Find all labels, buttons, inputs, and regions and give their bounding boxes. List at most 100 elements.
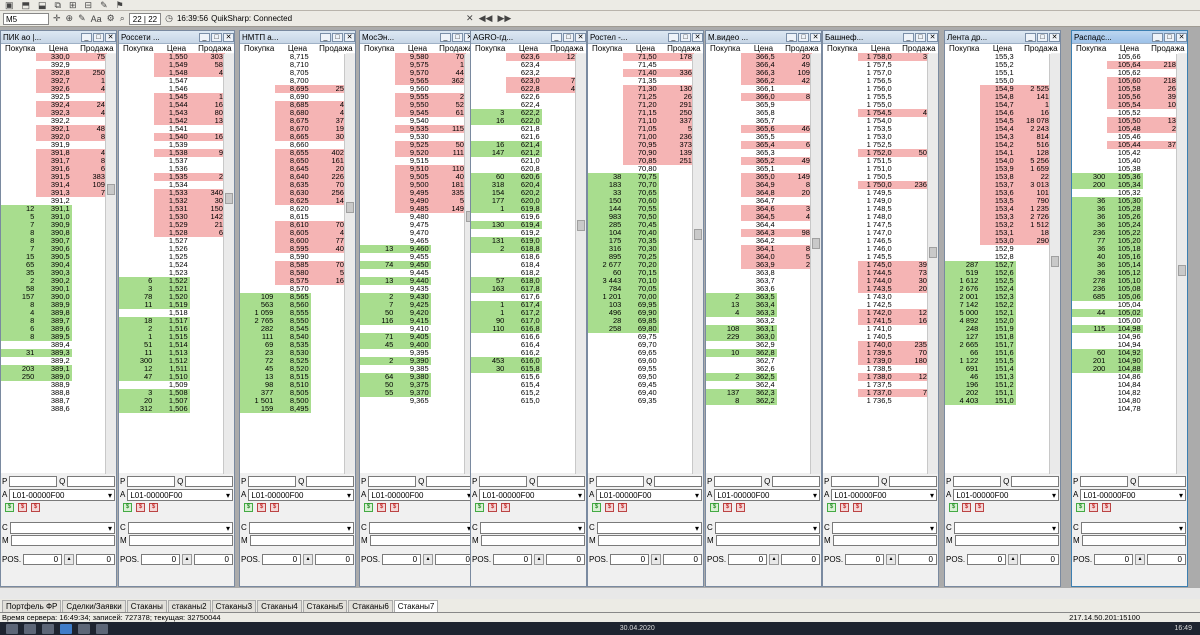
account-select[interactable]: L01-00000F00 ▾ xyxy=(479,488,585,501)
ask-row[interactable]: 1 739,5 70 xyxy=(823,349,929,357)
ask-row[interactable]: 1 757,0 xyxy=(823,69,929,77)
ask-row[interactable]: 71,15 250 xyxy=(588,109,694,117)
ask-row[interactable]: 154,7 1 xyxy=(945,101,1051,109)
ask-row[interactable]: 1 738,5 xyxy=(823,365,929,373)
ask-row[interactable]: 364,2 xyxy=(706,237,812,245)
ask-row[interactable]: 1,539 xyxy=(119,141,225,149)
ask-row[interactable]: 1,543 80 xyxy=(119,109,225,117)
bid-row[interactable]: 615,4 xyxy=(471,381,577,389)
bid-row[interactable]: 60 620,6 xyxy=(471,173,577,181)
bid-row[interactable]: 71 9,405 xyxy=(360,333,466,341)
sell-icon[interactable]: $ xyxy=(840,502,849,512)
ask-row[interactable]: 8,575 16 xyxy=(240,277,346,285)
bid-row[interactable]: 388,6 xyxy=(1,405,107,413)
bid-row[interactable]: 147 621,2 xyxy=(471,149,577,157)
bid-row[interactable]: 4 363,3 xyxy=(706,309,812,317)
ask-row[interactable]: 1,527 xyxy=(119,237,225,245)
bid-row[interactable]: 104,96 xyxy=(1072,333,1178,341)
ask-row[interactable]: 364,8 20 xyxy=(706,189,812,197)
ask-row[interactable]: 365,8 xyxy=(706,109,812,117)
qty-input[interactable] xyxy=(1011,476,1060,487)
bid-row[interactable]: 1 501 8,500 xyxy=(240,397,346,405)
ask-row[interactable]: 105,58 26 xyxy=(1072,85,1178,93)
ask-row[interactable]: 1,533 340 xyxy=(119,189,225,197)
bid-row[interactable]: 163 617,8 xyxy=(471,285,577,293)
account-select[interactable]: L01-00000F00 ▾ xyxy=(831,488,937,501)
bid-row[interactable]: 103 69,95 xyxy=(588,301,694,309)
ask-row[interactable]: 623,2 xyxy=(471,69,577,77)
vertical-scrollbar[interactable] xyxy=(344,54,355,474)
ask-row[interactable]: 1,534 xyxy=(119,181,225,189)
bid-row[interactable]: 105,04 xyxy=(1072,301,1178,309)
ask-row[interactable]: 154,9 2 525 xyxy=(945,85,1051,93)
ask-row[interactable]: 1 740,5 xyxy=(823,333,929,341)
bid-row[interactable]: 50 9,375 xyxy=(360,381,466,389)
minimize-icon[interactable]: _ xyxy=(668,32,679,42)
bid-row[interactable]: 4 403 151,0 xyxy=(945,397,1051,405)
qty-input[interactable] xyxy=(537,476,586,487)
ask-row[interactable]: 70,85 251 xyxy=(588,157,694,165)
ask-row[interactable]: 1 756,0 xyxy=(823,85,929,93)
bid-row[interactable]: 1,524 xyxy=(119,261,225,269)
restore-icon[interactable]: □ xyxy=(680,32,691,42)
close-icon[interactable]: ✕ xyxy=(692,32,703,42)
bid-row[interactable]: 8 362,2 xyxy=(706,397,812,405)
bid-row[interactable]: 620,8 xyxy=(471,165,577,173)
ask-row[interactable]: 105,52 xyxy=(1072,109,1178,117)
ask-row[interactable]: 153,7 3 013 xyxy=(945,181,1051,189)
bid-row[interactable]: 388,8 xyxy=(1,389,107,397)
ask-row[interactable]: 155,0 xyxy=(945,77,1051,85)
bid-row[interactable]: 110 616,8 xyxy=(471,325,577,333)
qty-input[interactable] xyxy=(426,476,475,487)
bid-row[interactable]: 8 389,5 xyxy=(1,333,107,341)
ask-row[interactable]: 9,575 1 xyxy=(360,61,466,69)
ask-row[interactable]: 8,670 19 xyxy=(240,125,346,133)
start-icon[interactable] xyxy=(6,623,18,634)
bid-row[interactable]: 104,78 xyxy=(1072,405,1178,413)
bid-row[interactable]: 46 151,3 xyxy=(945,373,1051,381)
bid-row[interactable]: 159 8,495 xyxy=(240,405,346,413)
window-titlebar[interactable]: AGRO-гд... _ □ ✕ xyxy=(471,31,586,44)
c-select[interactable]: ▾ xyxy=(596,521,702,534)
ask-row[interactable]: 392,3 4 xyxy=(1,109,107,117)
bid-row[interactable]: 104,80 xyxy=(1072,397,1178,405)
bid-row[interactable]: 36 105,14 xyxy=(1072,261,1178,269)
restore-icon[interactable]: □ xyxy=(1164,32,1175,42)
scroll-thumb[interactable] xyxy=(812,238,820,249)
bid-row[interactable]: 388,9 xyxy=(1,381,107,389)
bid-row[interactable]: 362,6 xyxy=(706,365,812,373)
ask-row[interactable]: 8,580 5 xyxy=(240,269,346,277)
bid-row[interactable]: 20 1,507 xyxy=(119,397,225,405)
buy-icon[interactable]: $ xyxy=(710,502,719,512)
bid-row[interactable]: 391,2 xyxy=(1,197,107,205)
ask-row[interactable]: 8,640 226 xyxy=(240,173,346,181)
bid-row[interactable]: 203 389,1 xyxy=(1,365,107,373)
window-titlebar[interactable]: Распадс... _ □ ✕ xyxy=(1072,31,1187,44)
tab-3[interactable]: Стаканы xyxy=(126,600,167,612)
ask-row[interactable]: 392,0 8 xyxy=(1,133,107,141)
ask-row[interactable]: 105,44 37 xyxy=(1072,141,1178,149)
ask-row[interactable]: 1,541 xyxy=(119,125,225,133)
bid-row[interactable]: 9,410 xyxy=(360,325,466,333)
bid-row[interactable]: 1,525 xyxy=(119,253,225,261)
ask-row[interactable]: 1 755,0 xyxy=(823,101,929,109)
bid-row[interactable]: 8 390,7 xyxy=(1,237,107,245)
ask-row[interactable]: 154,3 814 xyxy=(945,133,1051,141)
bid-row[interactable]: 15 390,5 xyxy=(1,253,107,261)
bid-row[interactable]: 1,523 xyxy=(119,269,225,277)
ask-row[interactable]: 391,7 8 xyxy=(1,157,107,165)
bid-row[interactable]: 36 105,26 xyxy=(1072,213,1178,221)
price-input[interactable] xyxy=(248,476,297,487)
ask-row[interactable]: 154,5 18 078 xyxy=(945,117,1051,125)
ask-row[interactable]: 8,630 256 xyxy=(240,189,346,197)
ask-row[interactable]: 9,465 xyxy=(360,237,466,245)
window-titlebar[interactable]: НМТП а... _ □ ✕ xyxy=(240,31,355,44)
pos-spinner[interactable]: ▴ xyxy=(182,554,193,565)
bid-row[interactable]: 619,6 xyxy=(471,213,577,221)
bid-row[interactable]: 300 1,512 xyxy=(119,357,225,365)
ask-row[interactable]: 364,7 xyxy=(706,197,812,205)
ask-row[interactable]: 330,0 75 xyxy=(1,53,107,61)
ask-row[interactable]: 1 746,5 xyxy=(823,237,929,245)
sell-icon[interactable]: $ xyxy=(723,502,732,512)
timeframe-select[interactable]: M5 xyxy=(3,12,49,25)
